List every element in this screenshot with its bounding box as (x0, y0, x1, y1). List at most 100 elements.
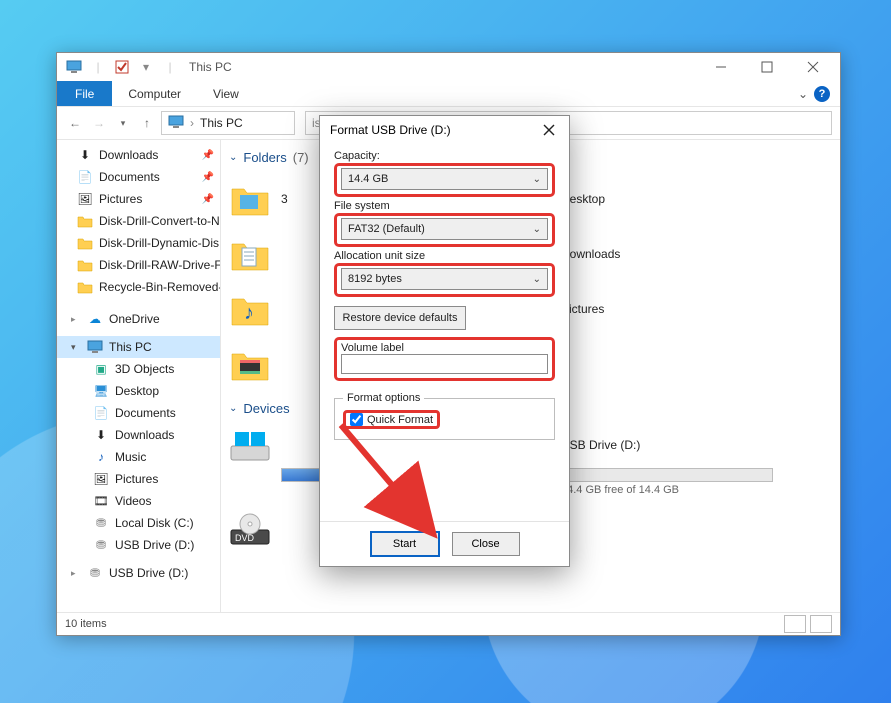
cube-icon (229, 178, 271, 220)
folder-icon (77, 279, 93, 295)
chevron-down-icon[interactable]: ⌄ (229, 403, 237, 414)
forward-button[interactable]: → (89, 113, 109, 133)
close-button[interactable] (790, 53, 836, 81)
document-icon: 📄 (77, 169, 93, 185)
breadcrumb[interactable]: › This PC (161, 111, 295, 135)
divider-icon: | (161, 58, 179, 76)
allocation-select[interactable]: 8192 bytes⌄ (341, 268, 548, 290)
cube-icon: ▣ (93, 361, 109, 377)
tab-view[interactable]: View (197, 81, 255, 106)
minimize-button[interactable] (698, 53, 744, 81)
start-button[interactable]: Start (370, 531, 440, 557)
back-button[interactable]: ← (65, 113, 85, 133)
tab-computer[interactable]: Computer (112, 81, 197, 106)
status-bar: 10 items (57, 612, 840, 635)
svg-text:DVD: DVD (235, 533, 255, 543)
nav-downloads[interactable]: ⬇Downloads (57, 424, 220, 446)
nav-3d-objects[interactable]: ▣3D Objects (57, 358, 220, 380)
chevron-down-icon[interactable]: ⌄ (229, 152, 237, 163)
volume-label-input[interactable] (341, 354, 548, 374)
window-title: This PC (189, 60, 232, 74)
up-button[interactable]: ↑ (137, 113, 157, 133)
nav-local-disk[interactable]: ⛃Local Disk (C:) (57, 512, 220, 534)
highlight: FAT32 (Default)⌄ (334, 213, 555, 247)
cloud-icon: ☁ (87, 311, 103, 327)
nav-documents[interactable]: 📄Documents (57, 402, 220, 424)
nav-pictures[interactable]: 🖼Pictures📌 (57, 188, 220, 210)
nav-desktop[interactable]: 🖥Desktop (57, 380, 220, 402)
document-icon: 📄 (93, 405, 109, 421)
desktop-icon: 🖥 (93, 383, 109, 399)
folder-icon (77, 213, 93, 229)
nav-downloads[interactable]: ⬇Downloads📌 (57, 144, 220, 166)
usb-icon: ⛃ (87, 565, 103, 581)
checkbox-icon[interactable] (113, 58, 131, 76)
chevron-down-icon: ⌄ (533, 174, 541, 185)
allocation-label: Allocation unit size (334, 250, 555, 262)
restore-defaults-button[interactable]: Restore device defaults (334, 306, 466, 330)
music-icon: ♪ (229, 288, 271, 330)
divider-icon: | (89, 58, 107, 76)
nav-documents[interactable]: 📄Documents📌 (57, 166, 220, 188)
picture-icon: 🖼 (93, 471, 109, 487)
chevron-down-icon[interactable]: ▾ (71, 342, 81, 353)
folder-icon (77, 235, 93, 251)
chevron-right-icon[interactable]: ▸ (71, 314, 81, 325)
nav-pictures[interactable]: 🖼Pictures (57, 468, 220, 490)
nav-music[interactable]: ♪Music (57, 446, 220, 468)
highlight: Volume label (334, 337, 555, 381)
capacity-bar (561, 468, 773, 482)
chevron-down-icon: ⌄ (533, 224, 541, 235)
chevron-down-icon: ⌄ (533, 274, 541, 285)
pc-icon (168, 115, 184, 132)
chevron-down-icon[interactable]: ⌄ (798, 87, 808, 101)
view-large-icons-button[interactable] (810, 615, 832, 633)
chevron-right-icon[interactable]: ▸ (71, 568, 81, 579)
capacity-label: Capacity: (334, 150, 555, 162)
breadcrumb-item[interactable]: This PC (200, 116, 243, 130)
dialog-titlebar[interactable]: Format USB Drive (D:) (320, 116, 569, 144)
music-icon: ♪ (93, 449, 109, 465)
recent-dropdown[interactable]: ▾ (113, 113, 133, 133)
close-dialog-button[interactable]: Close (452, 532, 520, 556)
nav-folder[interactable]: Disk-Drill-Convert-to-N (57, 210, 220, 232)
nav-pane[interactable]: ⬇Downloads📌 📄Documents📌 🖼Pictures📌 Disk-… (57, 140, 221, 612)
filesystem-label: File system (334, 200, 555, 212)
dvd-icon: DVD (229, 510, 271, 548)
pin-icon: 📌 (202, 194, 214, 205)
nav-folder[interactable]: Recycle-Bin-Removed- (57, 276, 220, 298)
format-options-legend: Format options (343, 392, 424, 404)
nav-folder[interactable]: Disk-Drill-Dynamic-Dis (57, 232, 220, 254)
highlight: 8192 bytes⌄ (334, 263, 555, 297)
help-icon[interactable]: ? (814, 86, 830, 102)
svg-text:♪: ♪ (244, 302, 254, 324)
volume-label: Volume label (341, 342, 548, 354)
nav-usb-drive[interactable]: ▸⛃USB Drive (D:) (57, 562, 220, 584)
nav-onedrive[interactable]: ▸☁OneDrive (57, 308, 220, 330)
windows-disk-icon (229, 426, 271, 464)
video-icon: 🎞 (93, 493, 109, 509)
capacity-select[interactable]: 14.4 GB⌄ (341, 168, 548, 190)
titlebar[interactable]: | ▾ | This PC (57, 53, 840, 81)
nav-folder[interactable]: Disk-Drill-RAW-Drive-F (57, 254, 220, 276)
view-details-button[interactable] (784, 615, 806, 633)
nav-this-pc[interactable]: ▾This PC (57, 336, 220, 358)
folder-icon (77, 257, 93, 273)
pin-icon: 📌 (202, 172, 214, 183)
usb-icon: ⛃ (93, 537, 109, 553)
close-button[interactable] (535, 116, 563, 144)
ribbon-tabs: File Computer View ⌄ ? (57, 81, 840, 106)
dropdown-icon[interactable]: ▾ (137, 58, 155, 76)
nav-videos[interactable]: 🎞Videos (57, 490, 220, 512)
quick-format-checkbox[interactable]: Quick Format (343, 410, 440, 429)
maximize-button[interactable] (744, 53, 790, 81)
filesystem-select[interactable]: FAT32 (Default)⌄ (341, 218, 548, 240)
nav-usb-drive[interactable]: ⛃USB Drive (D:) (57, 534, 220, 556)
status-text: 10 items (65, 618, 107, 630)
tab-file[interactable]: File (57, 81, 112, 106)
download-icon: ⬇ (77, 147, 93, 163)
format-dialog: Format USB Drive (D:) Capacity: 14.4 GB⌄… (319, 115, 570, 567)
quick-format-input[interactable] (350, 413, 363, 426)
dialog-title: Format USB Drive (D:) (330, 123, 451, 137)
disk-icon: ⛃ (93, 515, 109, 531)
